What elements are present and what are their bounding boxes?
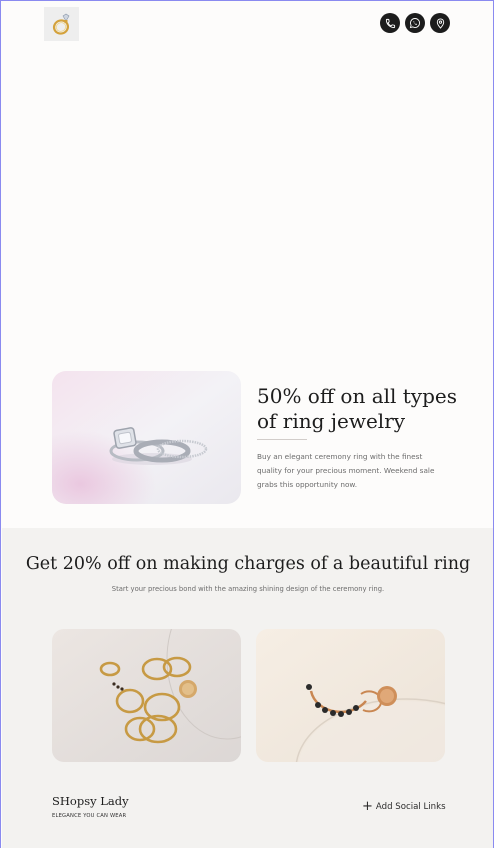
ring-logo[interactable] (44, 7, 79, 41)
contact-icons (380, 13, 450, 33)
promo-title: 50% off on all types of ring jewelry (257, 384, 458, 433)
ring-logo-icon (52, 13, 69, 35)
plus-icon: + (362, 799, 373, 814)
whatsapp-icon (409, 18, 420, 29)
whatsapp-button[interactable] (405, 13, 425, 33)
gold-rings-image (52, 629, 241, 762)
page-frame: 50% off on all types of ring jewelry Buy… (0, 0, 494, 848)
promo-divider (257, 439, 307, 440)
location-button[interactable] (430, 13, 450, 33)
promo-ring-image (52, 371, 241, 504)
location-pin-icon (436, 17, 444, 29)
promo-description: Buy an elegant ceremony ring with the fi… (257, 452, 435, 489)
earring-cuff-image (256, 629, 445, 762)
making-charges-subtitle: Start your precious bond with the amazin… (111, 585, 385, 593)
phone-button[interactable] (380, 13, 400, 33)
add-social-links-label: Add Social Links (375, 802, 446, 812)
making-charges-title: Get 20% off on making charges of a beaut… (25, 554, 471, 574)
brand-tagline: ELEGANCE YOU CAN WEAR (52, 813, 127, 819)
add-social-links-button[interactable]: + Add Social Links (362, 799, 446, 814)
phone-icon (385, 18, 395, 28)
brand-name: SHopsy Lady (52, 794, 129, 808)
